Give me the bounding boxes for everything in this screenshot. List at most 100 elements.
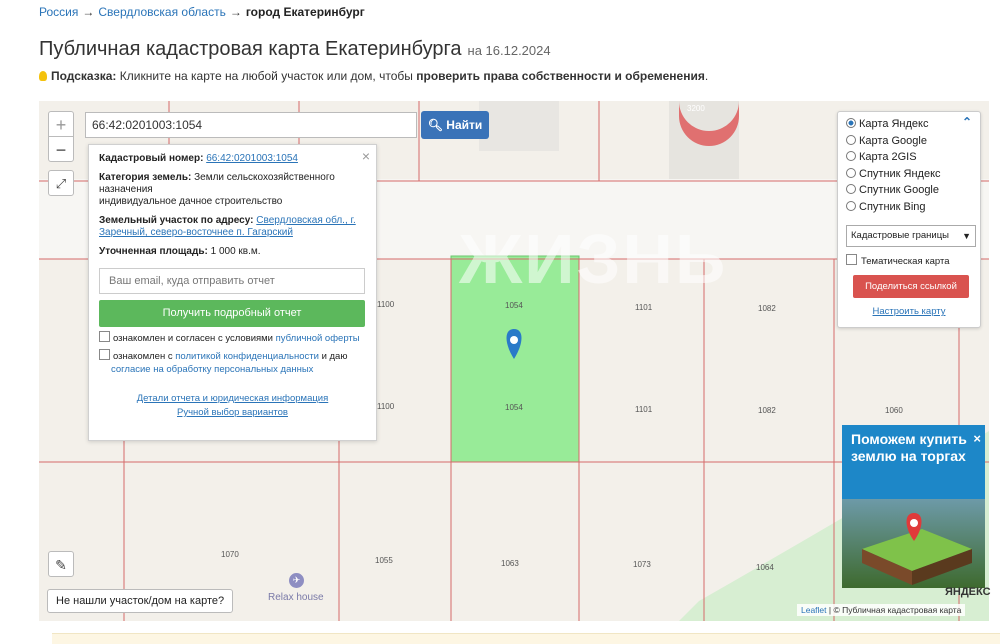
radio-icon[interactable] xyxy=(846,184,856,194)
hint-bold: проверить права собственности и обремене… xyxy=(416,69,705,83)
privacy-checkbox[interactable] xyxy=(99,349,110,360)
search-icon: 🔍︎ xyxy=(427,118,443,132)
address-row: Земельный участок по адресу: Свердловска… xyxy=(99,215,366,239)
category-row: Категория земель: Земли сельскохозяйстве… xyxy=(99,172,366,208)
layer-option[interactable]: Карта Google xyxy=(846,133,972,150)
get-report-button[interactable]: Получить подробный отчет xyxy=(99,300,365,327)
search-button[interactable]: 🔍︎ Найти xyxy=(421,111,489,139)
layer-option[interactable]: Спутник Яндекс xyxy=(846,166,972,183)
offer-link[interactable]: публичной оферты xyxy=(276,333,360,344)
offer-checkbox[interactable] xyxy=(99,331,110,342)
parcel-label: 1055 xyxy=(375,556,393,565)
parcel-label: 1101 xyxy=(635,303,653,312)
cadastral-search-input[interactable]: 66:42:0201003:1054 xyxy=(85,112,417,138)
thematic-map-checkbox-row[interactable]: Тематическая карта xyxy=(846,254,972,267)
usage-value: индивидуальное дачное строительство xyxy=(99,196,283,207)
hint-end: . xyxy=(704,69,709,83)
zoom-in-button[interactable]: + xyxy=(48,111,74,137)
map-attribution: Leaflet | © Публичная кадастровая карта xyxy=(797,604,966,616)
layer-option-label: Спутник Яндекс xyxy=(859,167,941,180)
manual-choice-link[interactable]: Ручной выбор вариантов xyxy=(177,407,288,418)
radio-checked-icon[interactable] xyxy=(846,118,856,128)
page-date: на 16.12.2024 xyxy=(467,43,551,58)
radio-icon[interactable] xyxy=(846,167,856,178)
radio-icon[interactable] xyxy=(846,200,856,211)
layer-option-label: Карта 2GIS xyxy=(859,151,917,163)
watermark: ЖИЗНЬ xyxy=(459,220,728,298)
hint-text: Кликните на карте на любой участок или д… xyxy=(119,69,413,83)
parcel-label: 1064 xyxy=(756,563,774,572)
ad-banner[interactable]: Поможем купить землю на торгах × xyxy=(842,425,985,588)
parcel-label: 1082 xyxy=(758,304,776,313)
consent-link[interactable]: согласие на обработку персональных данны… xyxy=(111,364,313,375)
report-details-link[interactable]: Детали отчета и юридическая информация xyxy=(137,393,329,404)
radio-icon[interactable] xyxy=(846,151,856,161)
parcel-label: 1101 xyxy=(635,405,653,414)
parcel-label: 1073 xyxy=(633,560,651,569)
breadcrumb-separator: → xyxy=(229,5,242,19)
hint-label: Подсказка: xyxy=(51,69,117,83)
overlay-select[interactable]: Кадастровые границы ▼ xyxy=(846,225,976,247)
chevron-up-icon[interactable]: ⌃ xyxy=(962,115,972,129)
parcel-label: 1100 xyxy=(377,300,395,309)
layer-option[interactable]: Спутник Bing xyxy=(846,199,972,216)
radio-icon[interactable] xyxy=(846,134,856,145)
privacy-checkbox-row[interactable]: ознакомлен с политикой конфиденциальност… xyxy=(99,349,366,376)
cad-label: Кадастровый номер: xyxy=(99,153,204,164)
hint: Подсказка: Кликните на карте на любой уч… xyxy=(39,69,708,83)
layer-option-label: Спутник Bing xyxy=(859,200,926,213)
ad-image xyxy=(842,499,985,588)
poi-icon[interactable]: ✈︎ xyxy=(289,573,304,588)
parcel-info-popup: × Кадастровый номер: 66:42:0201003:1054 … xyxy=(88,144,377,441)
parcel-label: 1082 xyxy=(758,406,776,415)
privacy-text: ознакомлен с xyxy=(113,351,173,362)
offer-checkbox-row[interactable]: ознакомлен и согласен с условиями публич… xyxy=(99,331,366,345)
page-title-text: Публичная кадастровая карта Екатеринбург… xyxy=(39,38,462,60)
breadcrumb-separator: → xyxy=(82,5,95,19)
thematic-label: Тематическая карта xyxy=(861,256,950,267)
leaflet-link[interactable]: Leaflet xyxy=(801,605,827,615)
setup-map-link[interactable]: Настроить карту xyxy=(846,306,972,317)
layer-option[interactable]: Карта Яндекс xyxy=(846,116,972,133)
parcel-label: 1054 xyxy=(505,301,523,310)
land-plot-icon xyxy=(862,513,972,585)
close-icon[interactable]: × xyxy=(973,430,981,447)
thematic-checkbox[interactable] xyxy=(846,254,857,265)
zoom-out-button[interactable]: − xyxy=(48,136,74,162)
ad-text: Поможем купить землю на торгах xyxy=(851,431,967,464)
privacy-text-2: и даю xyxy=(321,351,348,362)
email-field[interactable]: Ваш email, куда отправить отчет xyxy=(99,268,365,294)
page-title: Публичная кадастровая карта Екатеринбург… xyxy=(39,38,551,61)
address-label: Земельный участок по адресу: xyxy=(99,215,254,226)
popup-links: Детали отчета и юридическая информация Р… xyxy=(99,392,366,420)
area-label: Уточненная площадь: xyxy=(99,246,208,257)
layer-option[interactable]: Спутник Google xyxy=(846,182,972,199)
parcel-label: 1070 xyxy=(221,550,239,559)
category-label: Категория земель: xyxy=(99,172,192,183)
footer-strip xyxy=(52,633,1000,644)
cad-number-link[interactable]: 66:42:0201003:1054 xyxy=(206,153,298,164)
not-found-button[interactable]: Не нашли участок/дом на карте? xyxy=(47,589,234,613)
cad-number-row: Кадастровый номер: 66:42:0201003:1054 xyxy=(99,153,366,165)
fullscreen-icon[interactable]: ⤢ xyxy=(48,170,74,196)
yandex-logo: ЯНДЕКС xyxy=(945,586,991,598)
overlay-select-value: Кадастровые границы xyxy=(851,230,949,241)
poi-label[interactable]: Relax house xyxy=(268,592,324,603)
layer-switcher: ⌃ Карта Яндекс Карта Google Карта 2GIS С… xyxy=(837,111,981,328)
search-button-label: Найти xyxy=(446,118,483,132)
parcel-label: 1054 xyxy=(505,403,523,412)
breadcrumb-sverdlovsk[interactable]: Свердловская область xyxy=(98,5,225,19)
attribution-text: | © Публичная кадастровая карта xyxy=(828,605,962,615)
layer-option[interactable]: Карта 2GIS xyxy=(846,149,972,166)
share-link-button[interactable]: Поделиться ссылкой xyxy=(853,275,969,298)
layer-option-label: Спутник Google xyxy=(859,184,939,196)
breadcrumb-russia[interactable]: Россия xyxy=(39,5,78,19)
area-value: 1 000 кв.м. xyxy=(210,246,261,257)
close-icon[interactable]: × xyxy=(362,148,370,164)
privacy-link[interactable]: политикой конфиденциальности xyxy=(175,351,319,362)
parcel-label: 3200 xyxy=(687,104,705,113)
ruler-icon[interactable]: ✎ xyxy=(48,551,74,577)
chevron-down-icon: ▼ xyxy=(962,231,971,241)
breadcrumb-current: город Екатеринбург xyxy=(245,5,365,19)
layer-option-label: Карта Google xyxy=(859,134,927,147)
